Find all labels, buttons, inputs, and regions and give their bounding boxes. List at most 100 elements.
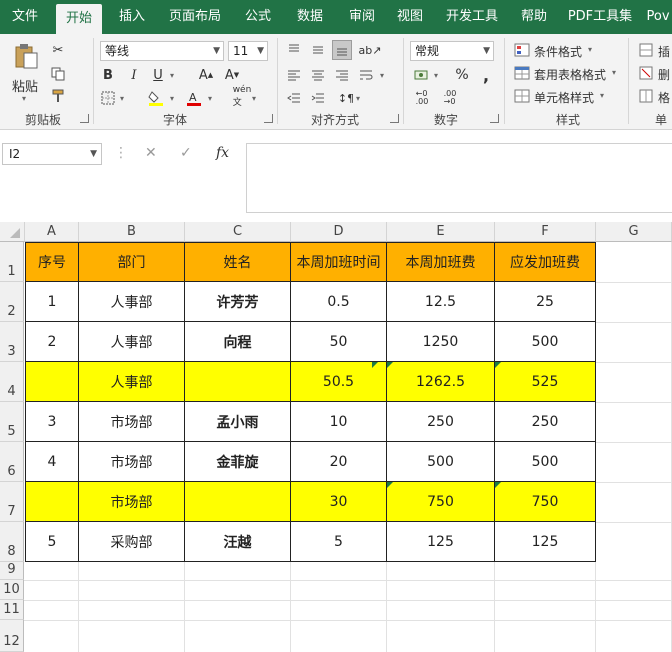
header-cell[interactable]: 本周加班时间	[291, 242, 387, 282]
tab-home[interactable]: 开始	[56, 4, 102, 34]
accounting-format-icon[interactable]	[412, 65, 432, 85]
wrap-dropdown-icon[interactable]: ▾	[380, 71, 384, 80]
table-cell[interactable]: 500	[495, 322, 596, 362]
format-as-table-button[interactable]: 套用表格格式	[534, 66, 606, 83]
subtotal-cell[interactable]: 30	[291, 482, 387, 522]
border-dropdown-icon[interactable]: ▾	[120, 94, 124, 103]
table-cell[interactable]: 人事部	[79, 282, 185, 322]
table-cell[interactable]: 50	[291, 322, 387, 362]
increase-font-icon[interactable]: A ▲	[196, 65, 216, 85]
table-cell[interactable]: 5	[25, 522, 79, 562]
table-cell[interactable]: 250	[387, 402, 495, 442]
table-cell[interactable]: 1250	[387, 322, 495, 362]
tab-help[interactable]: 帮助	[512, 0, 556, 34]
format-as-table-icon[interactable]	[512, 63, 532, 83]
font-launcher-icon[interactable]	[264, 114, 273, 123]
tab-file[interactable]: 文件	[0, 0, 50, 34]
table-cell[interactable]: 10	[291, 402, 387, 442]
header-cell[interactable]: 本周加班费	[387, 242, 495, 282]
table-cell[interactable]: 125	[495, 522, 596, 562]
text-direction-dropdown-icon[interactable]: ▾	[356, 94, 360, 103]
table-cell[interactable]: 1	[25, 282, 79, 322]
underline-dropdown-icon[interactable]: ▾	[170, 71, 174, 80]
delete-cells-icon[interactable]	[636, 63, 656, 83]
paste-dropdown-icon[interactable]: ▾	[22, 94, 26, 103]
comma-style-icon[interactable]: ,	[476, 65, 496, 85]
number-format-select[interactable]: 常规 ▼	[410, 41, 494, 61]
table-cell[interactable]: 0.5	[291, 282, 387, 322]
wrap-text-icon[interactable]	[356, 65, 376, 85]
table-cell[interactable]: 500	[495, 442, 596, 482]
tab-data[interactable]: 数据	[288, 0, 332, 34]
delete-cells-button[interactable]: 删	[658, 66, 670, 83]
table-cell[interactable]: 250	[495, 402, 596, 442]
tab-review[interactable]: 审阅	[340, 0, 384, 34]
paste-icon[interactable]	[12, 42, 40, 70]
decrease-indent-icon[interactable]	[284, 88, 304, 108]
subtotal-cell[interactable]	[25, 362, 79, 402]
clipboard-launcher-icon[interactable]	[80, 114, 89, 123]
italic-icon[interactable]: I	[124, 65, 144, 85]
cell-styles-icon[interactable]	[512, 86, 532, 106]
table-cell[interactable]: 4	[25, 442, 79, 482]
number-launcher-icon[interactable]	[490, 114, 499, 123]
format-table-dropdown-icon[interactable]: ▾	[612, 68, 616, 77]
subtotal-cell[interactable]: 人事部	[79, 362, 185, 402]
phonetic-dropdown-icon[interactable]: ▾	[252, 94, 256, 103]
subtotal-cell[interactable]: 750	[495, 482, 596, 522]
fill-color-dropdown-icon[interactable]: ▾	[170, 94, 174, 103]
conditional-dropdown-icon[interactable]: ▾	[588, 45, 592, 54]
bold-icon[interactable]: B	[98, 65, 118, 85]
insert-cells-button[interactable]: 插	[658, 43, 670, 60]
subtotal-cell[interactable]: 750	[387, 482, 495, 522]
table-cell[interactable]: 25	[495, 282, 596, 322]
format-cells-icon[interactable]	[636, 86, 656, 106]
underline-icon[interactable]: U	[148, 65, 168, 85]
cancel-icon[interactable]: ✕	[145, 145, 157, 161]
table-cell[interactable]: 500	[387, 442, 495, 482]
table-cell[interactable]: 许芳芳	[185, 282, 291, 322]
font-name-select[interactable]: 等线 ▼	[100, 41, 224, 61]
enter-icon[interactable]: ✓	[180, 145, 192, 161]
table-cell[interactable]: 汪越	[185, 522, 291, 562]
table-cell[interactable]: 2	[25, 322, 79, 362]
font-color-dropdown-icon[interactable]: ▾	[208, 94, 212, 103]
accounting-dropdown-icon[interactable]: ▾	[434, 71, 438, 80]
header-cell[interactable]: 姓名	[185, 242, 291, 282]
header-cell[interactable]: 部门	[79, 242, 185, 282]
tab-developer[interactable]: 开发工具	[440, 0, 504, 34]
fill-color-icon[interactable]	[146, 88, 166, 108]
subtotal-cell[interactable]: 525	[495, 362, 596, 402]
table-cell[interactable]: 市场部	[79, 442, 185, 482]
percent-style-icon[interactable]: %	[452, 65, 472, 85]
tab-view[interactable]: 视图	[390, 0, 430, 34]
orientation-icon[interactable]: ab↗	[359, 40, 382, 60]
table-cell[interactable]: 金菲旋	[185, 442, 291, 482]
table-cell[interactable]: 3	[25, 402, 79, 442]
table-cell[interactable]: 12.5	[387, 282, 495, 322]
header-cell[interactable]: 应发加班费	[495, 242, 596, 282]
tab-power[interactable]: Pov	[644, 0, 672, 34]
insert-function-icon[interactable]: fx	[216, 145, 229, 161]
phonetic-icon[interactable]: wén 文	[232, 85, 252, 108]
decrease-decimal-icon[interactable]: .00 →0	[440, 88, 460, 108]
table-cell[interactable]: 向程	[185, 322, 291, 362]
table-cell[interactable]: 125	[387, 522, 495, 562]
insert-cells-icon[interactable]	[636, 40, 656, 60]
alignment-launcher-icon[interactable]	[390, 114, 399, 123]
align-top-icon[interactable]	[284, 40, 304, 60]
table-cell[interactable]: 市场部	[79, 402, 185, 442]
copy-icon[interactable]	[48, 64, 68, 84]
align-left-icon[interactable]	[284, 65, 304, 85]
table-cell[interactable]: 孟小雨	[185, 402, 291, 442]
conditional-format-button[interactable]: 条件格式	[534, 43, 582, 60]
subtotal-cell[interactable]	[25, 482, 79, 522]
cut-icon[interactable]: ✂	[48, 40, 68, 60]
align-center-icon[interactable]	[308, 65, 328, 85]
table-cell[interactable]: 20	[291, 442, 387, 482]
align-middle-icon[interactable]	[308, 40, 328, 60]
paste-label[interactable]: 粘贴	[12, 76, 38, 95]
formula-input[interactable]	[246, 143, 672, 213]
decrease-font-icon[interactable]: A ▼	[222, 65, 242, 85]
cell-styles-button[interactable]: 单元格样式	[534, 89, 594, 106]
